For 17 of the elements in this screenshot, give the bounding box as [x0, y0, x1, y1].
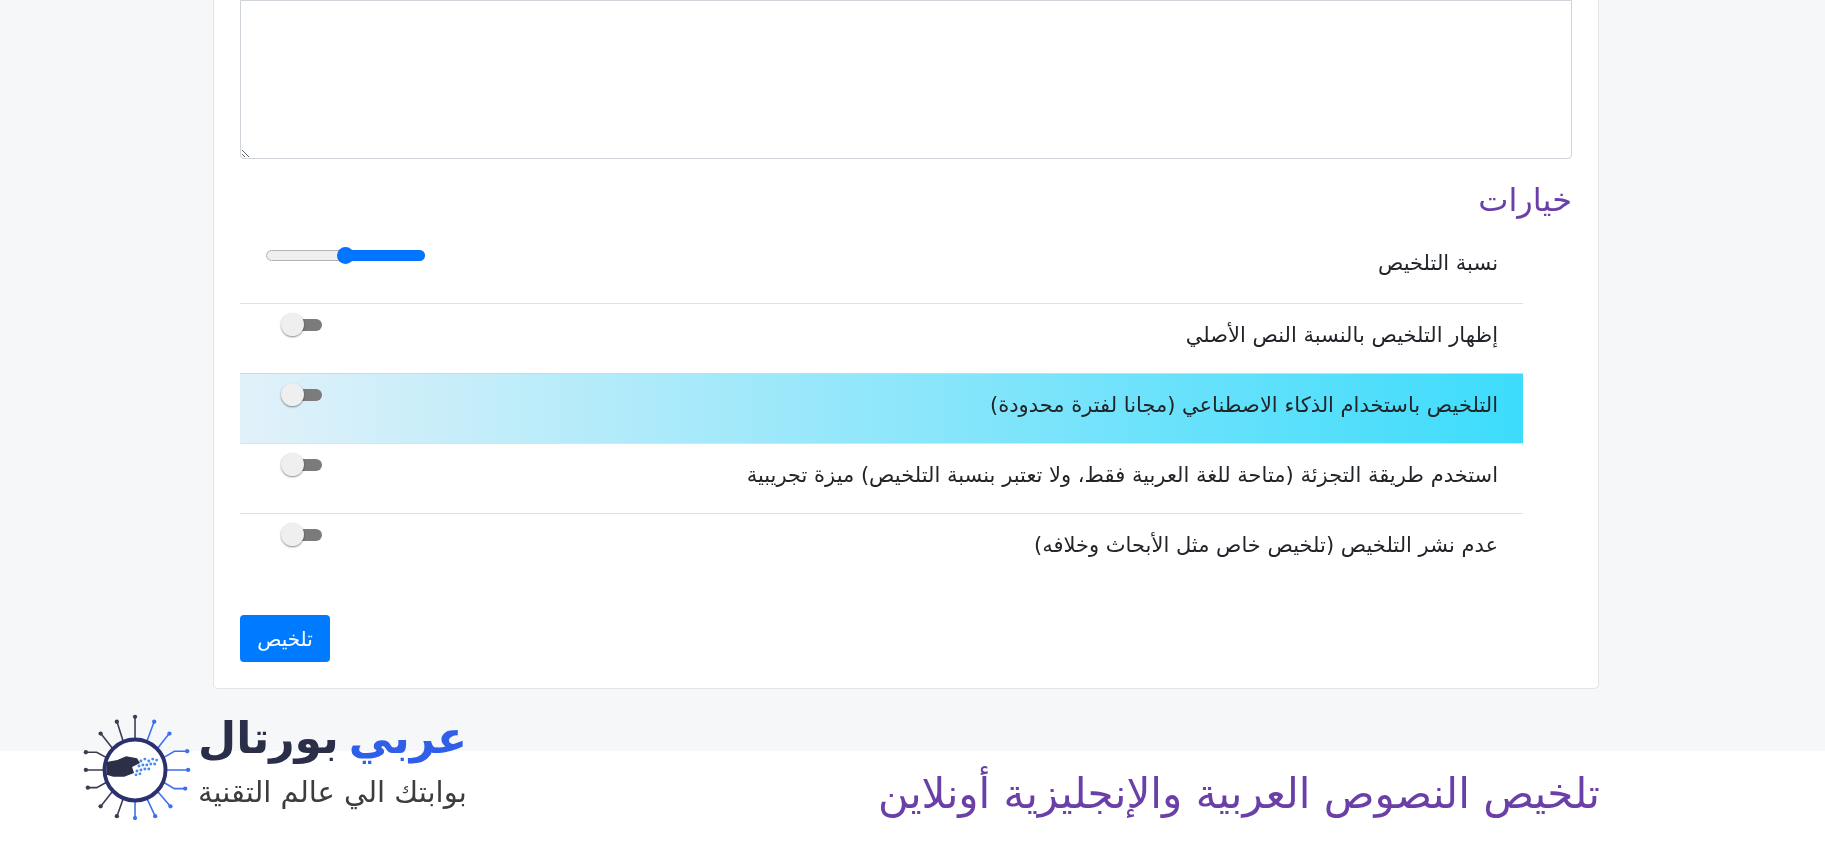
toggle-switch[interactable]	[280, 453, 322, 478]
toggle-switch[interactable]	[280, 383, 322, 408]
logo-wordmark: عربي	[348, 714, 468, 762]
option-label: نسبة التلخيص	[1377, 250, 1499, 277]
toggle-switch[interactable]	[280, 523, 322, 548]
option-label: عدم نشر التلخيص (تلخيص خاص مثل الأبحاث وخلافه)	[1033, 531, 1499, 559]
option-label: إظهار التلخيص بالنسبة النص الأصلي	[1184, 321, 1499, 350]
options-heading: خيارات	[1477, 181, 1572, 219]
toggle-switch[interactable]	[280, 313, 322, 338]
logo-wordmark: بورتال	[198, 714, 339, 762]
slider-thumb[interactable]	[337, 247, 354, 264]
slider-track[interactable]	[266, 247, 425, 264]
option-label: التلخيص باستخدام الذكاء الاصطناعي (مجانا لفترة محدودة)	[988, 392, 1499, 419]
text-input-field[interactable]	[240, 0, 1572, 159]
summarize-button[interactable]: تلخيص	[240, 615, 330, 662]
option-label: استخدم طريقة التجزئة (متاحة للغة العربية فقط، ولا تعتبر بنسبة التلخيص) ميزة تجريبية	[745, 462, 1499, 489]
logo-tagline: بوابتك الي عالم التقنية	[198, 774, 467, 810]
